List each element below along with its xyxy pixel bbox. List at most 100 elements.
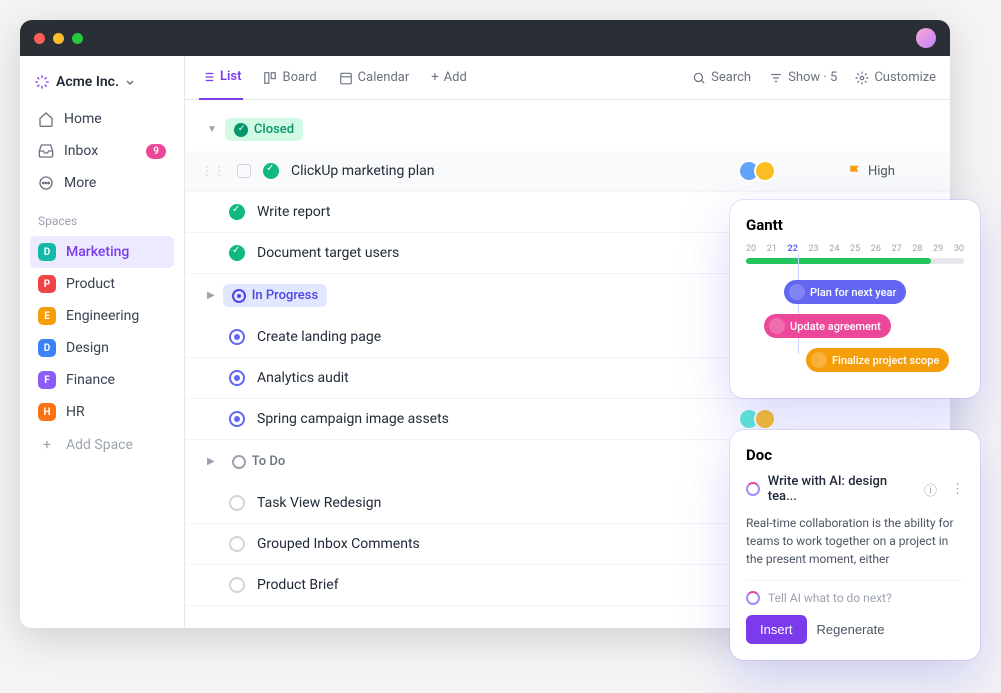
- space-item[interactable]: HHR: [30, 396, 174, 428]
- space-item[interactable]: FFinance: [30, 364, 174, 396]
- group-label: Closed: [254, 122, 294, 137]
- assignees[interactable]: [738, 408, 776, 430]
- more-icon[interactable]: ⋮: [951, 482, 964, 497]
- customize-button[interactable]: Customize: [855, 70, 936, 85]
- chevron-icon[interactable]: ▼: [207, 124, 217, 135]
- gantt-day: 24: [829, 244, 839, 254]
- gantt-day: 28: [912, 244, 922, 254]
- show-button[interactable]: Show · 5: [769, 70, 837, 85]
- gantt-day: 23: [809, 244, 819, 254]
- space-icon: D: [38, 243, 56, 261]
- add-space-button[interactable]: + Add Space: [30, 430, 174, 460]
- gantt-day: 21: [767, 244, 777, 254]
- doc-prompt[interactable]: Tell AI what to do next?: [746, 580, 964, 605]
- checkbox[interactable]: [237, 164, 251, 178]
- gantt-bar[interactable]: Update agreement: [764, 314, 891, 338]
- space-icon: E: [38, 307, 56, 325]
- avatar-icon: [754, 408, 776, 430]
- task-status-icon[interactable]: [263, 163, 279, 179]
- show-label: Show · 5: [788, 70, 837, 85]
- group-status-pill: To Do: [223, 450, 295, 473]
- maximize-window-icon[interactable]: [72, 33, 83, 44]
- gantt-bar[interactable]: Finalize project scope: [806, 348, 949, 372]
- task-row[interactable]: ⋮⋮ ClickUp marketing plan High: [185, 151, 950, 192]
- close-window-icon[interactable]: [34, 33, 45, 44]
- search-button[interactable]: Search: [692, 70, 751, 85]
- task-name: Grouped Inbox Comments: [257, 536, 726, 552]
- regenerate-button[interactable]: Regenerate: [817, 622, 885, 637]
- group-header[interactable]: ▼ Closed: [185, 108, 950, 151]
- gantt-bar-label: Plan for next year: [810, 286, 896, 299]
- user-avatar[interactable]: [916, 28, 936, 48]
- chevron-down-icon: [125, 77, 135, 87]
- view-toolbar: List Board Calendar + Add Sear: [185, 56, 950, 100]
- space-label: Finance: [66, 372, 115, 388]
- doc-ai-label: Write with AI: design tea...: [768, 474, 916, 504]
- nav-more[interactable]: More: [30, 168, 174, 198]
- nav-home[interactable]: Home: [30, 104, 174, 134]
- tab-calendar-label: Calendar: [358, 70, 410, 85]
- space-item[interactable]: E Engineering: [30, 300, 174, 332]
- more-icon: [38, 175, 54, 191]
- avatar-icon: [811, 352, 827, 368]
- search-icon: [692, 71, 706, 85]
- doc-prompt-text: Tell AI what to do next?: [768, 591, 892, 605]
- tab-board[interactable]: Board: [261, 56, 318, 100]
- plus-icon: +: [38, 437, 56, 453]
- assignees[interactable]: [738, 160, 776, 182]
- chevron-icon[interactable]: ▶: [207, 456, 215, 467]
- priority: High: [848, 164, 928, 179]
- workspace-logo-icon: [34, 74, 50, 90]
- task-status-icon[interactable]: [229, 245, 245, 261]
- plus-icon: +: [431, 70, 438, 85]
- drag-handle-icon[interactable]: ⋮⋮: [201, 164, 225, 178]
- tab-list[interactable]: List: [199, 56, 243, 100]
- filter-icon: [769, 71, 783, 85]
- gantt-bar-label: Update agreement: [790, 320, 881, 333]
- space-icon: D: [38, 339, 56, 357]
- group-status-pill: Closed: [225, 118, 303, 141]
- doc-body: Real-time collaboration is the ability f…: [746, 514, 964, 568]
- space-icon: P: [38, 275, 56, 293]
- nav-more-label: More: [64, 175, 96, 191]
- status-closed-icon: [234, 123, 248, 137]
- space-label: Engineering: [66, 308, 139, 324]
- insert-button[interactable]: Insert: [746, 615, 807, 644]
- flag-icon: [848, 164, 862, 178]
- status-todo-icon: [232, 455, 246, 469]
- space-label: Product: [66, 276, 115, 292]
- task-name: Spring campaign image assets: [257, 411, 726, 427]
- info-icon[interactable]: ⓘ: [924, 480, 937, 499]
- gantt-day: 30: [954, 244, 964, 254]
- gantt-track: [746, 258, 964, 264]
- workspace-name: Acme Inc.: [56, 74, 119, 90]
- task-status-icon[interactable]: [229, 495, 245, 511]
- gantt-bar[interactable]: Plan for next year: [784, 280, 906, 304]
- workspace-picker[interactable]: Acme Inc.: [30, 68, 174, 102]
- task-status-icon[interactable]: [229, 411, 245, 427]
- space-item[interactable]: DDesign: [30, 332, 174, 364]
- tab-calendar[interactable]: Calendar: [337, 56, 412, 100]
- tab-add[interactable]: + Add: [429, 56, 469, 100]
- titlebar: [20, 20, 950, 56]
- task-status-icon[interactable]: [229, 370, 245, 386]
- chevron-icon[interactable]: ▶: [207, 290, 215, 301]
- board-icon: [263, 71, 277, 85]
- sidebar: Acme Inc. Home Inbox 9 More Spaces DMark…: [20, 56, 185, 628]
- home-icon: [38, 111, 54, 127]
- customize-label: Customize: [874, 70, 936, 85]
- task-status-icon[interactable]: [229, 577, 245, 593]
- task-name: Product Brief: [257, 577, 742, 593]
- gantt-day: 29: [933, 244, 943, 254]
- task-status-icon[interactable]: [229, 329, 245, 345]
- search-label: Search: [711, 70, 751, 85]
- task-status-icon[interactable]: [229, 536, 245, 552]
- minimize-window-icon[interactable]: [53, 33, 64, 44]
- nav-home-label: Home: [64, 111, 102, 127]
- task-name: ClickUp marketing plan: [291, 163, 726, 179]
- nav-inbox[interactable]: Inbox 9: [30, 136, 174, 166]
- task-status-icon[interactable]: [229, 204, 245, 220]
- space-label: HR: [66, 404, 85, 420]
- space-item[interactable]: P Product: [30, 268, 174, 300]
- space-item[interactable]: DMarketing: [30, 236, 174, 268]
